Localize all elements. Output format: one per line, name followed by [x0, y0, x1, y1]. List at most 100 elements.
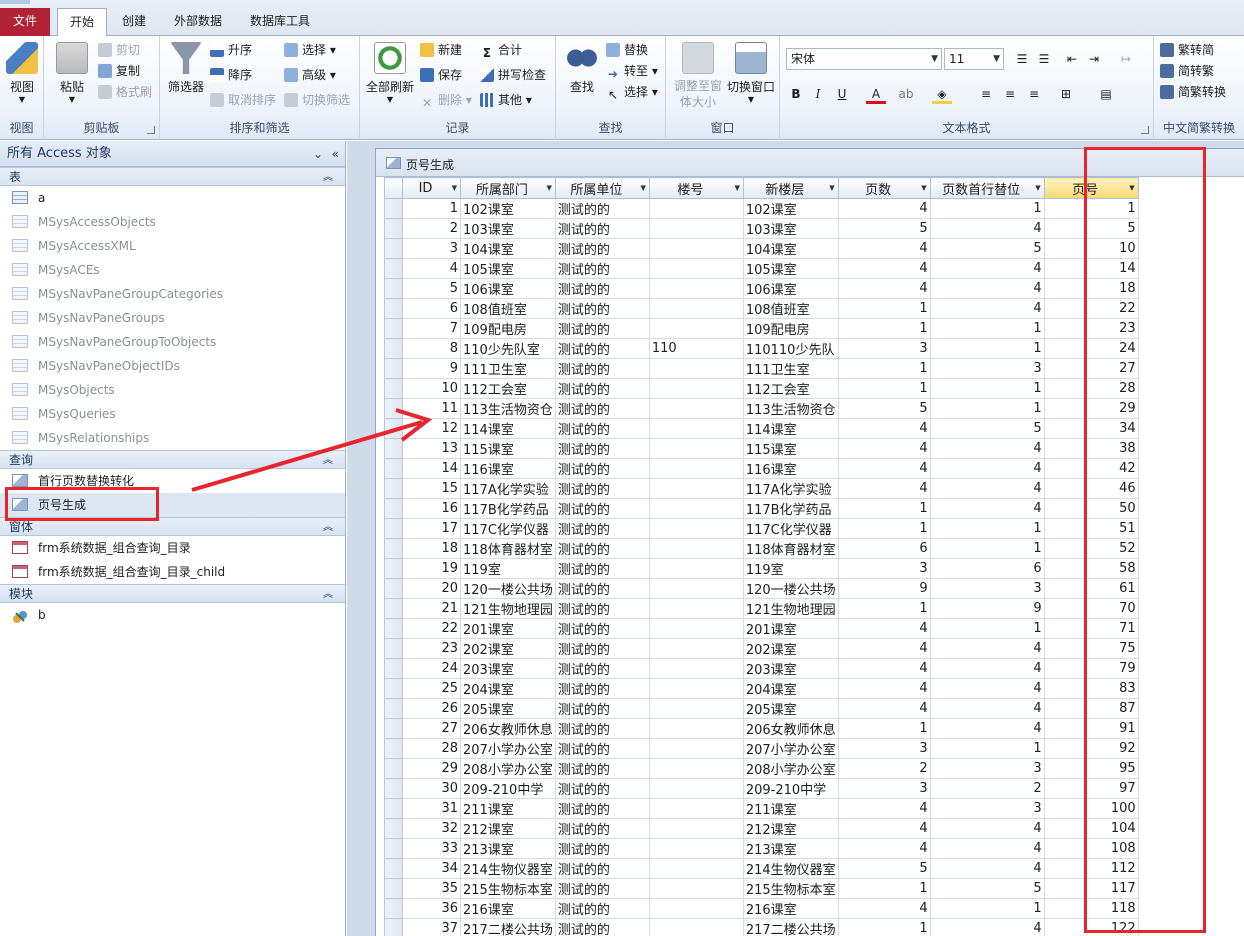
table-cell[interactable]: 208小学办公室	[742, 758, 839, 779]
table-cell[interactable]: 102课室	[742, 198, 839, 219]
table-cell[interactable]: 测试的的	[554, 718, 650, 739]
table-cell[interactable]: 31	[402, 798, 461, 819]
table-cell[interactable]: 5	[929, 418, 1045, 439]
table-cell[interactable]: 208小学办公室	[460, 758, 556, 779]
table-row[interactable]: 4 105课室 测试的的 105课室 4 4 14	[384, 258, 1139, 279]
record-selector[interactable]	[384, 738, 403, 759]
table-cell[interactable]: 4	[837, 658, 931, 679]
tab-home[interactable]: 开始	[57, 8, 108, 37]
table-cell[interactable]: 4	[837, 258, 931, 279]
font-size-dropdown[interactable]: 11 ▼	[944, 48, 1004, 70]
record-selector[interactable]	[384, 338, 403, 359]
table-cell[interactable]: 1	[929, 398, 1045, 419]
table-cell[interactable]: 测试的的	[554, 278, 650, 299]
simp-to-trad-button[interactable]: 简转繁	[1160, 61, 1214, 81]
table-cell[interactable]: 105课室	[742, 258, 839, 279]
table-cell[interactable]: 测试的的	[554, 918, 650, 936]
table-cell[interactable]: 4	[929, 918, 1045, 936]
table-cell[interactable]: 37	[402, 918, 461, 936]
table-cell[interactable]: 115课室	[742, 438, 839, 459]
table-cell[interactable]: 4	[837, 198, 931, 219]
column-header[interactable]: 页数 ▼	[837, 177, 931, 199]
column-header[interactable]: 新楼层 ▼	[742, 177, 839, 199]
table-cell[interactable]: 203课室	[742, 658, 839, 679]
table-cell[interactable]	[648, 538, 744, 559]
table-cell[interactable]: 测试的的	[554, 658, 650, 679]
table-cell[interactable]: 4	[402, 258, 461, 279]
table-cell[interactable]: 测试的的	[554, 518, 650, 539]
table-row[interactable]: 25 204课室 测试的的 204课室 4 4 83	[384, 678, 1139, 699]
column-header[interactable]: 所属单位 ▼	[554, 177, 650, 199]
table-cell[interactable]: 26	[402, 698, 461, 719]
table-cell[interactable]: 4	[837, 418, 931, 439]
record-selector[interactable]	[384, 698, 403, 719]
replace-button[interactable]: 替换	[606, 40, 648, 60]
table-cell[interactable]: 207小学办公室	[742, 738, 839, 759]
table-cell[interactable]: 121生物地理园	[742, 598, 839, 619]
delete-record-button[interactable]: ✕ 删除 ▾	[420, 90, 472, 110]
table-cell[interactable]: 1	[929, 738, 1045, 759]
table-cell[interactable]	[648, 838, 744, 859]
table-cell[interactable]: 5	[402, 278, 461, 299]
table-row[interactable]: 23 202课室 测试的的 202课室 4 4 75	[384, 638, 1139, 659]
table-cell[interactable]: 4	[929, 438, 1045, 459]
table-cell[interactable]: 32	[402, 818, 461, 839]
record-selector[interactable]	[384, 518, 403, 539]
table-cell[interactable]: 213课室	[742, 838, 839, 859]
table-cell[interactable]: 4	[929, 298, 1045, 319]
copy-button[interactable]: 复制	[98, 61, 140, 81]
table-cell[interactable]	[648, 258, 744, 279]
record-selector[interactable]	[384, 318, 403, 339]
table-cell[interactable]: 4	[837, 238, 931, 259]
table-row[interactable]: 3 104课室 测试的的 104课室 4 5 10	[384, 238, 1139, 259]
table-cell[interactable]: 14	[402, 458, 461, 479]
table-cell[interactable]	[648, 758, 744, 779]
table-cell[interactable]: 测试的的	[554, 378, 650, 399]
table-cell[interactable]: 5	[837, 398, 931, 419]
table-cell[interactable]: 119室	[460, 558, 556, 579]
table-row[interactable]: 24 203课室 测试的的 203课室 4 4 79	[384, 658, 1139, 679]
table-cell[interactable]: 217二楼公共场	[742, 918, 839, 936]
table-cell[interactable]: 9	[929, 598, 1045, 619]
table-cell[interactable]: 103课室	[742, 218, 839, 239]
table-cell[interactable]: 1	[837, 358, 931, 379]
table-cell[interactable]: 22	[402, 618, 461, 639]
dropdown-arrow-icon[interactable]: ▼	[921, 184, 926, 192]
table-row[interactable]: 14 116课室 测试的的 116课室 4 4 42	[384, 458, 1139, 479]
table-cell[interactable]	[648, 278, 744, 299]
table-cell[interactable]: 213课室	[460, 838, 556, 859]
table-cell[interactable]: 33	[402, 838, 461, 859]
nav-item-table[interactable]: MSysNavPaneGroupCategories	[0, 282, 345, 306]
table-cell[interactable]: 4	[837, 278, 931, 299]
toggle-filter-button[interactable]: 切换筛选	[284, 90, 350, 110]
table-cell[interactable]: 4	[929, 278, 1045, 299]
table-cell[interactable]: 18	[402, 538, 461, 559]
sort-ascending-button[interactable]: 升序	[210, 40, 252, 60]
table-cell[interactable]	[648, 858, 744, 879]
nav-item-table[interactable]: MSysAccessXML	[0, 234, 345, 258]
table-cell[interactable]: 202课室	[742, 638, 839, 659]
record-selector[interactable]	[384, 458, 403, 479]
table-row[interactable]: 36 216课室 测试的的 216课室 4 1 118	[384, 898, 1139, 919]
table-cell[interactable]: 测试的的	[554, 838, 650, 859]
record-selector[interactable]	[384, 918, 403, 936]
nav-item-table[interactable]: MSysRelationships	[0, 426, 345, 450]
table-cell[interactable]: 105课室	[460, 258, 556, 279]
table-cell[interactable]: 4	[929, 658, 1045, 679]
table-cell[interactable]	[648, 598, 744, 619]
table-cell[interactable]	[648, 718, 744, 739]
nav-item-table[interactable]: a	[0, 186, 345, 210]
table-row[interactable]: 21 121生物地理园 测试的的 121生物地理园 1 9 70	[384, 598, 1139, 619]
record-selector[interactable]	[384, 678, 403, 699]
table-cell[interactable]	[648, 218, 744, 239]
column-header[interactable]: ID ▼	[402, 177, 461, 199]
table-cell[interactable]: 1	[929, 318, 1045, 339]
column-header[interactable]: 所属部门 ▼	[460, 177, 556, 199]
table-cell[interactable]: 111卫生室	[460, 358, 556, 379]
nav-section-queries[interactable]: 查询 ︽	[0, 450, 345, 469]
table-cell[interactable]: 测试的的	[554, 338, 650, 359]
table-row[interactable]: 32 212课室 测试的的 212课室 4 4 104	[384, 818, 1139, 839]
nav-item-form[interactable]: frm系统数据_组合查询_目录	[0, 536, 345, 560]
table-row[interactable]: 17 117C化学仪器 测试的的 117C化学仪器 1 1 51	[384, 518, 1139, 539]
table-cell[interactable]: 1	[929, 518, 1045, 539]
